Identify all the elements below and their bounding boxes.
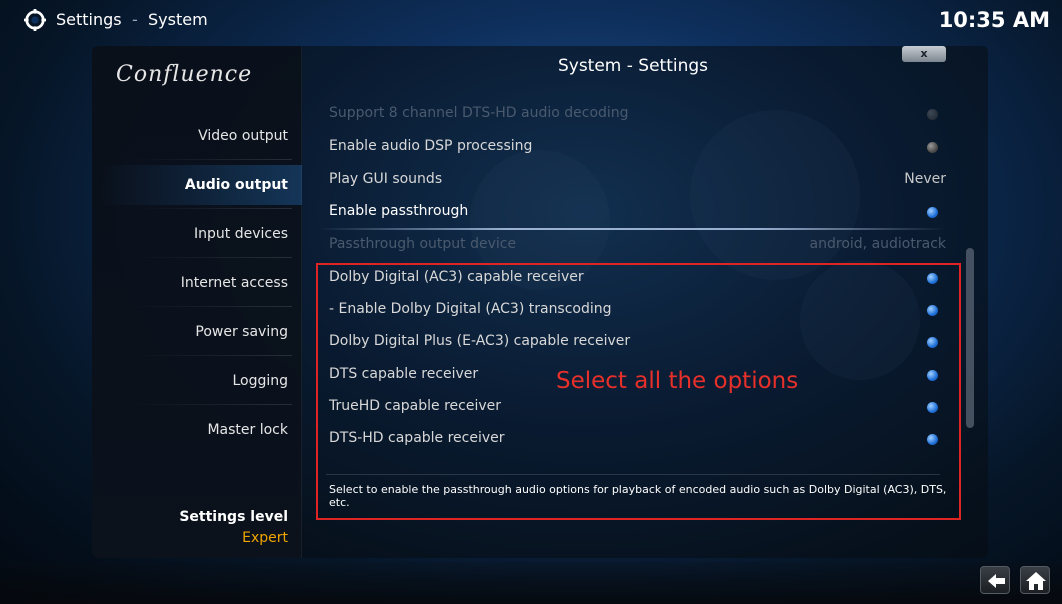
sidebar-item-label: Audio output <box>184 177 288 193</box>
sidebar-item-label: Power saving <box>195 324 288 340</box>
settings-level-label[interactable]: Settings level <box>108 509 288 525</box>
back-arrow-icon <box>988 574 1005 588</box>
sidebar-item-master-lock[interactable]: Master lock <box>100 406 292 454</box>
back-button[interactable] <box>980 566 1010 594</box>
sidebar-item-label: Input devices <box>194 226 288 242</box>
sidebar-item-video-output[interactable]: Video output <box>100 112 292 160</box>
sidebar-item-input-devices[interactable]: Input devices <box>100 210 292 258</box>
sidebar-item-label: Logging <box>232 373 288 389</box>
setting-label: Passthrough output device <box>329 236 517 252</box>
setting-label: Enable passthrough <box>329 203 469 219</box>
top-bar: Settings - System 10:35 AM <box>0 0 1062 40</box>
close-icon: x <box>920 47 928 60</box>
home-button[interactable] <box>1020 566 1050 594</box>
sidebar-item-label: Master lock <box>207 422 288 438</box>
setting-dts-hd-decoding: Support 8 channel DTS-HD audio decoding <box>318 98 946 130</box>
setting-label: Play GUI sounds <box>329 171 443 187</box>
sidebar-item-internet-access[interactable]: Internet access <box>100 259 292 307</box>
radio-off-icon <box>927 109 938 120</box>
setting-passthrough-device: Passthrough output device android, audio… <box>318 229 946 261</box>
setting-label: Support 8 channel DTS-HD audio decoding <box>329 105 629 121</box>
bottom-bar <box>0 562 1062 604</box>
sidebar-item-label: Video output <box>198 128 288 144</box>
setting-enable-passthrough[interactable]: Enable passthrough <box>318 196 946 230</box>
sidebar-item-audio-output[interactable]: Audio output <box>100 161 302 209</box>
clock: 10:35 AM <box>938 8 1050 32</box>
setting-value: Never <box>904 171 946 187</box>
home-icon <box>1026 572 1046 590</box>
gear-icon <box>24 9 46 31</box>
sidebar-item-logging[interactable]: Logging <box>100 357 292 405</box>
page-title: System - Settings <box>557 56 709 76</box>
sidebar-item-label: Internet access <box>180 275 288 291</box>
setting-value: android, audiotrack <box>809 236 946 252</box>
radio-off-icon <box>927 142 938 153</box>
radio-on-icon <box>927 207 938 218</box>
annotation-text: Select all the options <box>556 368 799 394</box>
setting-gui-sounds[interactable]: Play GUI sounds Never <box>318 164 946 196</box>
confluence-logo: Confluence <box>116 62 253 87</box>
settings-level-value[interactable]: Expert <box>108 530 288 546</box>
setting-label: Enable audio DSP processing <box>329 138 533 154</box>
breadcrumb-current: System <box>148 10 208 29</box>
setting-audio-dsp[interactable]: Enable audio DSP processing <box>318 131 946 163</box>
scrollbar-thumb[interactable] <box>966 248 974 428</box>
sidebar-item-power-saving[interactable]: Power saving <box>100 308 292 356</box>
breadcrumb-separator: - <box>132 10 138 29</box>
close-button[interactable]: x <box>902 46 946 62</box>
breadcrumb-root: Settings <box>56 10 122 29</box>
